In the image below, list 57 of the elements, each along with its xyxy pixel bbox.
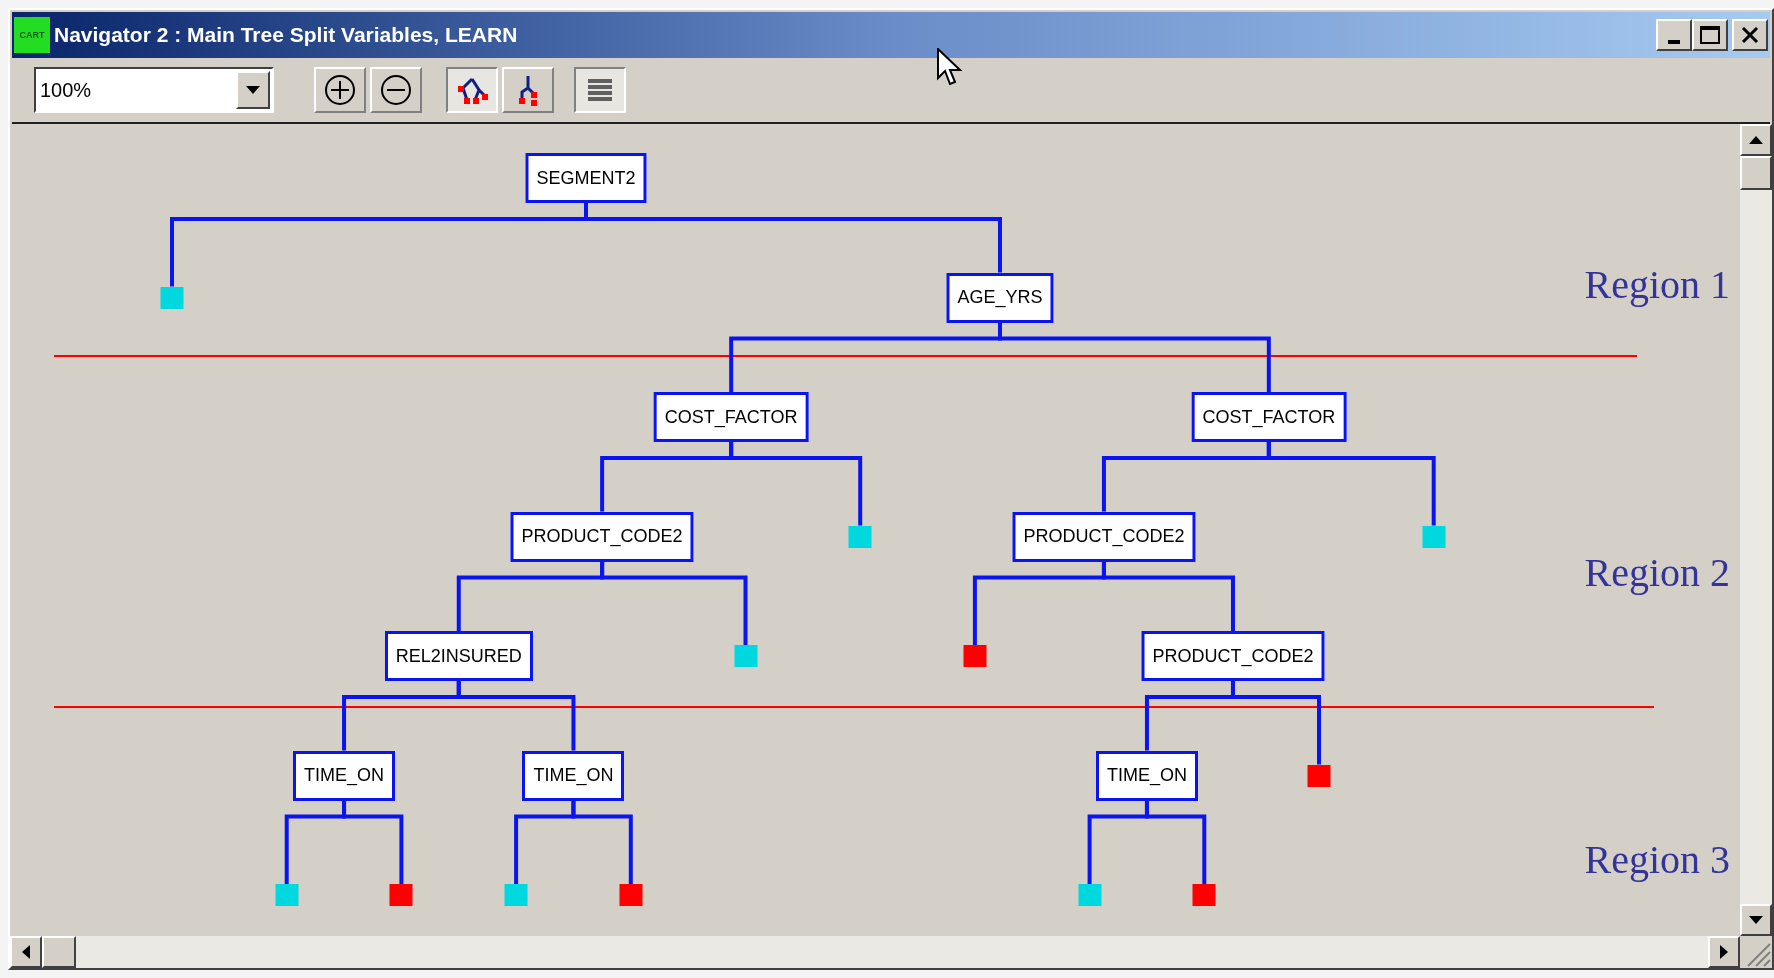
list-view-button[interactable] [574, 67, 626, 113]
zoom-out-button[interactable] [370, 67, 422, 113]
tree-node[interactable]: PRODUCT_CODE2 [1141, 631, 1325, 681]
terminal-node[interactable] [275, 884, 299, 906]
scroll-thumb[interactable] [1740, 156, 1772, 190]
window-title: Navigator 2 : Main Tree Split Variables, LEARN [54, 22, 518, 49]
caret-icon [236, 71, 270, 109]
zoom-out-icon [380, 74, 412, 106]
tree-node[interactable]: PRODUCT_CODE2 [510, 511, 694, 562]
terminal-node[interactable] [504, 884, 528, 906]
tree-node[interactable]: COST_FACTOR [653, 392, 809, 442]
minimize-icon [1668, 40, 1680, 44]
zoom-in-icon [324, 74, 356, 106]
down-arrow-icon [1749, 916, 1763, 924]
terminal-node[interactable] [1192, 884, 1216, 906]
tree-node[interactable]: COST_FACTOR [1191, 392, 1347, 442]
tree-node[interactable]: TIME_ON [522, 750, 625, 801]
scroll-thumb[interactable] [42, 936, 76, 968]
tree-node[interactable]: PRODUCT_CODE2 [1012, 511, 1196, 562]
terminal-node[interactable] [1078, 884, 1102, 906]
mouse-cursor-icon [937, 48, 963, 88]
up-arrow-icon [1749, 136, 1763, 144]
zoom-in-button[interactable] [314, 67, 366, 113]
vertical-scrollbar[interactable] [1740, 124, 1772, 936]
tree-node[interactable]: AGE_YRS [946, 272, 1054, 323]
terminal-node[interactable] [963, 645, 987, 667]
scroll-down-button[interactable] [1740, 904, 1772, 936]
region-label: Region 2 [1584, 549, 1730, 597]
list-icon [587, 78, 613, 102]
tree-view-button[interactable] [446, 67, 498, 113]
close-button[interactable] [1732, 19, 1768, 51]
terminal-node[interactable] [848, 525, 872, 548]
right-arrow-icon [1720, 945, 1728, 959]
terminal-node[interactable] [619, 884, 643, 906]
terminal-node[interactable] [734, 645, 757, 667]
maximize-icon [1700, 26, 1720, 44]
tree-node[interactable]: REL2INSURED [384, 631, 533, 681]
region-label: Region 1 [1584, 261, 1730, 309]
tree-node[interactable]: TIME_ON [293, 750, 396, 801]
tree-icon [516, 74, 540, 106]
left-arrow-icon [22, 945, 30, 959]
terminal-node[interactable] [160, 286, 184, 309]
terminal-node[interactable] [1422, 525, 1446, 548]
minimize-button[interactable] [1656, 19, 1692, 51]
horizontal-scrollbar[interactable] [10, 936, 1740, 968]
scroll-up-button[interactable] [1740, 124, 1772, 156]
maximize-button[interactable] [1692, 19, 1728, 51]
tree-node[interactable]: TIME_ON [1095, 750, 1198, 801]
terminal-node[interactable] [389, 884, 413, 906]
scroll-right-button[interactable] [1708, 936, 1740, 968]
zoom-dropdown[interactable]: 100% [34, 67, 274, 113]
app-icon: CART [14, 17, 50, 53]
terminal-node[interactable] [1307, 764, 1331, 787]
scroll-left-button[interactable] [10, 936, 42, 968]
close-icon [1741, 27, 1759, 43]
region-label: Region 3 [1584, 836, 1730, 884]
tree-node[interactable]: SEGMENT2 [525, 153, 647, 203]
